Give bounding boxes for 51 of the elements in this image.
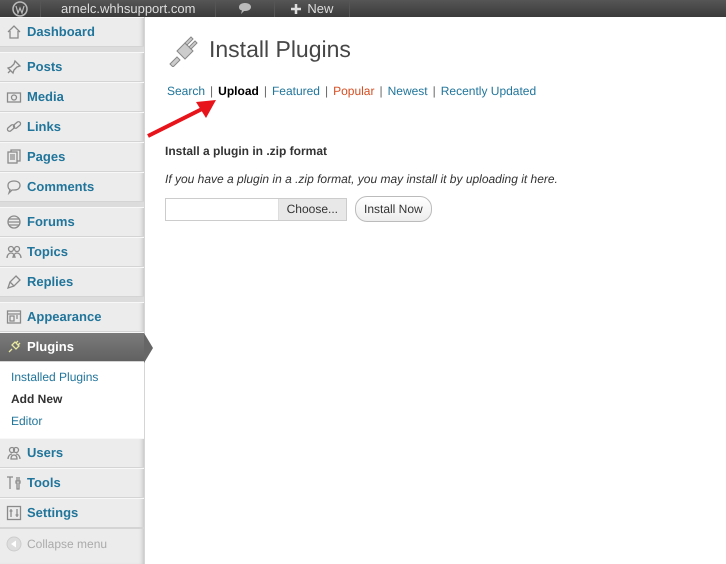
sidebar-item[interactable]: Posts: [0, 52, 144, 82]
sidebar-item[interactable]: Settings: [0, 498, 144, 528]
file-input-field[interactable]: Choose...: [165, 198, 347, 220]
sidebar-item[interactable]: Media: [0, 82, 144, 112]
globe-icon: [6, 214, 22, 230]
pointer-arrow: [146, 100, 218, 138]
sidebar-item[interactable]: Dashboard: [0, 17, 144, 47]
sidebar-item[interactable]: Replies: [0, 267, 144, 297]
tab-separator: |: [324, 83, 328, 100]
filter-tab[interactable]: Upload: [218, 82, 259, 100]
choose-file-button[interactable]: Choose...: [278, 198, 346, 220]
submenu-item[interactable]: Editor: [0, 410, 144, 432]
sidebar-item[interactable]: Forums: [0, 207, 144, 237]
sliders-icon: [6, 505, 22, 521]
people-icon: [6, 244, 22, 260]
speech-bubble-icon: [6, 179, 22, 195]
pin-icon: [6, 59, 22, 75]
house-icon: [6, 24, 22, 40]
tab-separator: |: [379, 83, 383, 100]
speech-bubble-icon[interactable]: [238, 2, 252, 15]
page-title: Install Plugins: [209, 36, 351, 64]
description-text: If you have a plugin in a .zip format, you may install it by uploading it here.: [165, 171, 559, 188]
filter-tab[interactable]: Search: [167, 82, 206, 100]
sidebar-item[interactable]: Users: [0, 438, 144, 468]
filter-tab[interactable]: Popular: [333, 82, 374, 100]
filter-tab[interactable]: Newest: [388, 82, 428, 100]
install-now-button[interactable]: Install Now: [355, 196, 432, 222]
sidebar-item[interactable]: Topics: [0, 237, 144, 267]
tab-separator: |: [264, 83, 267, 100]
tab-separator: |: [432, 83, 436, 100]
sidebar-item[interactable]: Links: [0, 112, 144, 142]
sidebar-item[interactable]: Tools: [0, 468, 144, 498]
people-icon: [6, 445, 22, 461]
sidebar-item[interactable]: Pages: [0, 142, 144, 172]
tab-separator: |: [210, 83, 214, 100]
section-heading: Install a plugin in .zip format: [165, 143, 328, 160]
logo-icon[interactable]: [12, 0, 28, 16]
site-name-link[interactable]: arnelc.whhsupport.com: [61, 0, 196, 18]
brush-icon: [6, 274, 22, 290]
filter-tab[interactable]: Featured: [272, 82, 320, 100]
new-button[interactable]: New: [275, 0, 350, 17]
plus-icon: [291, 4, 302, 14]
filter-tab[interactable]: Recently Updated: [440, 82, 536, 100]
sidebar-item[interactable]: Comments: [0, 172, 144, 202]
submenu-item[interactable]: Add New: [0, 388, 144, 410]
submenu-item[interactable]: Installed Plugins: [0, 366, 144, 388]
pages-icon: [6, 149, 22, 165]
plug-icon: [6, 339, 22, 355]
tools-icon: [6, 475, 22, 491]
window-icon: [6, 309, 22, 325]
chain-link-icon: [6, 119, 22, 135]
